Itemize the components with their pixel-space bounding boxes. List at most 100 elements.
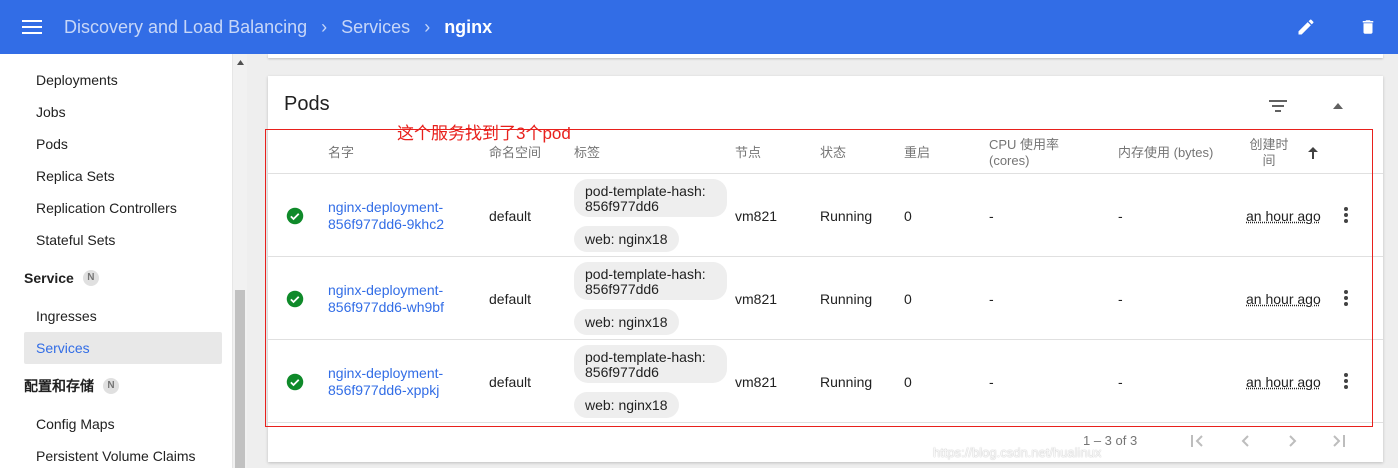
check-circle-icon [286, 207, 304, 225]
arrow-up-icon [1333, 103, 1343, 109]
sidebar-section-config[interactable]: 配置和存储 N [24, 370, 119, 402]
breadcrumb-discovery[interactable]: Discovery and Load Balancing [64, 17, 307, 38]
more-vert-icon [1344, 290, 1348, 306]
pod-name-line: nginx-deployment- [328, 198, 444, 215]
edit-icon [1298, 19, 1314, 35]
top-actions [1284, 0, 1398, 54]
sidebar-item-deployments[interactable]: Deployments [24, 64, 222, 96]
label-chip: pod-template-hash: 856f977dd6 [574, 345, 727, 383]
filter-button[interactable] [1264, 92, 1292, 120]
column-header-namespace[interactable]: 命名空间 [489, 132, 541, 174]
more-actions-button[interactable] [1338, 202, 1354, 228]
watermark: https://blog.csdn.net/hualinux [933, 445, 1102, 460]
column-header-created[interactable]: 创建时间 [1246, 132, 1292, 174]
pod-name-link[interactable]: nginx-deployment- 856f977dd6-9khc2 [328, 174, 444, 257]
label-chip: pod-template-hash: 856f977dd6 [574, 262, 727, 300]
collapse-button[interactable] [1324, 92, 1352, 120]
sidebar-item-services[interactable]: Services [24, 332, 222, 364]
column-header-status[interactable]: 状态 [820, 132, 846, 174]
memory-cell: - [1118, 290, 1123, 307]
node-cell: vm821 [735, 290, 778, 307]
sidebar-item-stateful-sets[interactable]: Stateful Sets [24, 224, 222, 256]
delete-button[interactable] [1346, 5, 1390, 49]
chevron-right-icon: › [424, 16, 431, 37]
card-title: Pods [284, 93, 330, 115]
sidebar-item-persistent-volume-claims[interactable]: Persistent Volume Claims [24, 440, 222, 468]
scroll-up-arrow-icon[interactable] [233, 54, 248, 70]
menu-button[interactable] [0, 0, 64, 54]
sort-arrow-up-icon[interactable] [1308, 132, 1318, 174]
sidebar-item-jobs[interactable]: Jobs [24, 96, 222, 128]
sidebar-item-pods[interactable]: Pods [24, 128, 222, 160]
edit-button[interactable] [1284, 5, 1328, 49]
pod-name-link[interactable]: nginx-deployment- 856f977dd6-wh9bf [328, 257, 444, 340]
table-header: 名字 命名空间 标签 节点 状态 重启 CPU 使用率 (cores) 内存使用… [268, 132, 1383, 174]
more-vert-icon [1344, 207, 1348, 223]
first-page-icon[interactable] [1186, 431, 1210, 451]
main-content: Pods 这个服务找到了3个pod 名字 命名空间 标签 节点 状态 重启 CP… [247, 54, 1398, 468]
label-chip: pod-template-hash: 856f977dd6 [574, 179, 727, 217]
sidebar-section-label: Service [24, 270, 74, 286]
delete-icon [1362, 20, 1374, 34]
namespace-cell: default [489, 207, 532, 224]
column-header-cpu: CPU 使用率 (cores) [989, 137, 1060, 168]
breadcrumb-current: nginx [444, 16, 493, 37]
pods-card: Pods 这个服务找到了3个pod 名字 命名空间 标签 节点 状态 重启 CP… [265, 76, 1383, 462]
pod-name-line: 856f977dd6-9khc2 [328, 215, 444, 232]
column-header-name[interactable]: 名字 [328, 132, 354, 174]
pod-name-link[interactable]: nginx-deployment- 856f977dd6-xppkj [328, 340, 443, 423]
pod-name-line: nginx-deployment- [328, 364, 444, 381]
status-cell: Running [820, 290, 873, 307]
next-page-icon[interactable] [1280, 431, 1304, 451]
more-vert-icon [1344, 373, 1348, 389]
status-cell: Running [820, 373, 873, 390]
cpu-cell: - [989, 207, 994, 224]
menu-icon [22, 20, 42, 34]
card-edge [268, 54, 1383, 58]
scrollbar-thumb[interactable] [235, 290, 245, 468]
last-page-icon[interactable] [1326, 431, 1350, 451]
label-chip: web: nginx18 [574, 392, 679, 418]
table-row: nginx-deployment- 856f977dd6-xppkj defau… [268, 340, 1383, 423]
node-cell: vm821 [735, 207, 778, 224]
namespace-cell: default [489, 290, 532, 307]
sidebar-scrollbar[interactable] [232, 54, 247, 468]
more-actions-button[interactable] [1338, 368, 1354, 394]
age-cell: an hour ago [1246, 207, 1321, 224]
restarts-cell: 0 [904, 373, 912, 390]
status-cell: Running [820, 207, 873, 224]
breadcrumb: Discovery and Load Balancing › Services … [64, 17, 492, 38]
column-header-node: 节点 [735, 145, 762, 160]
table-row: nginx-deployment- 856f977dd6-wh9bf defau… [268, 257, 1383, 340]
chevron-right-icon: › [321, 16, 328, 37]
restarts-cell: 0 [904, 207, 912, 224]
age-cell: an hour ago [1246, 290, 1321, 307]
top-app-bar: Discovery and Load Balancing › Services … [0, 0, 1398, 54]
memory-cell: - [1118, 207, 1123, 224]
check-circle-icon [286, 290, 304, 308]
sidebar-item-ingresses[interactable]: Ingresses [24, 300, 222, 332]
sidebar-section-label: 配置和存储 [24, 378, 94, 394]
age-cell: an hour ago [1246, 373, 1321, 390]
column-header-memory: 内存使用 (bytes) [1118, 145, 1214, 160]
breadcrumb-services[interactable]: Services [341, 17, 410, 38]
more-actions-button[interactable] [1338, 285, 1354, 311]
namespace-badge: N [82, 270, 99, 286]
table-row: nginx-deployment- 856f977dd6-9khc2 defau… [268, 174, 1383, 257]
sidebar-item-config-maps[interactable]: Config Maps [24, 408, 222, 440]
pod-name-line: 856f977dd6-xppkj [328, 381, 440, 398]
sidebar-item-replica-sets[interactable]: Replica Sets [24, 160, 222, 192]
sidebar-item-replication-controllers[interactable]: Replication Controllers [24, 192, 222, 224]
column-header-restarts: 重启 [904, 145, 931, 160]
pod-name-line: nginx-deployment- [328, 281, 444, 298]
check-circle-icon [286, 373, 304, 391]
restarts-cell: 0 [904, 290, 912, 307]
label-chip: web: nginx18 [574, 226, 679, 252]
column-header-labels: 标签 [574, 145, 601, 160]
previous-page-icon[interactable] [1234, 431, 1258, 451]
sidebar-nav: Deployments Jobs Pods Replica Sets Repli… [0, 54, 232, 468]
namespace-badge: N [103, 378, 119, 394]
filter-icon [1269, 100, 1287, 112]
cpu-cell: - [989, 373, 994, 390]
sidebar-section-service[interactable]: Service N [24, 262, 99, 294]
